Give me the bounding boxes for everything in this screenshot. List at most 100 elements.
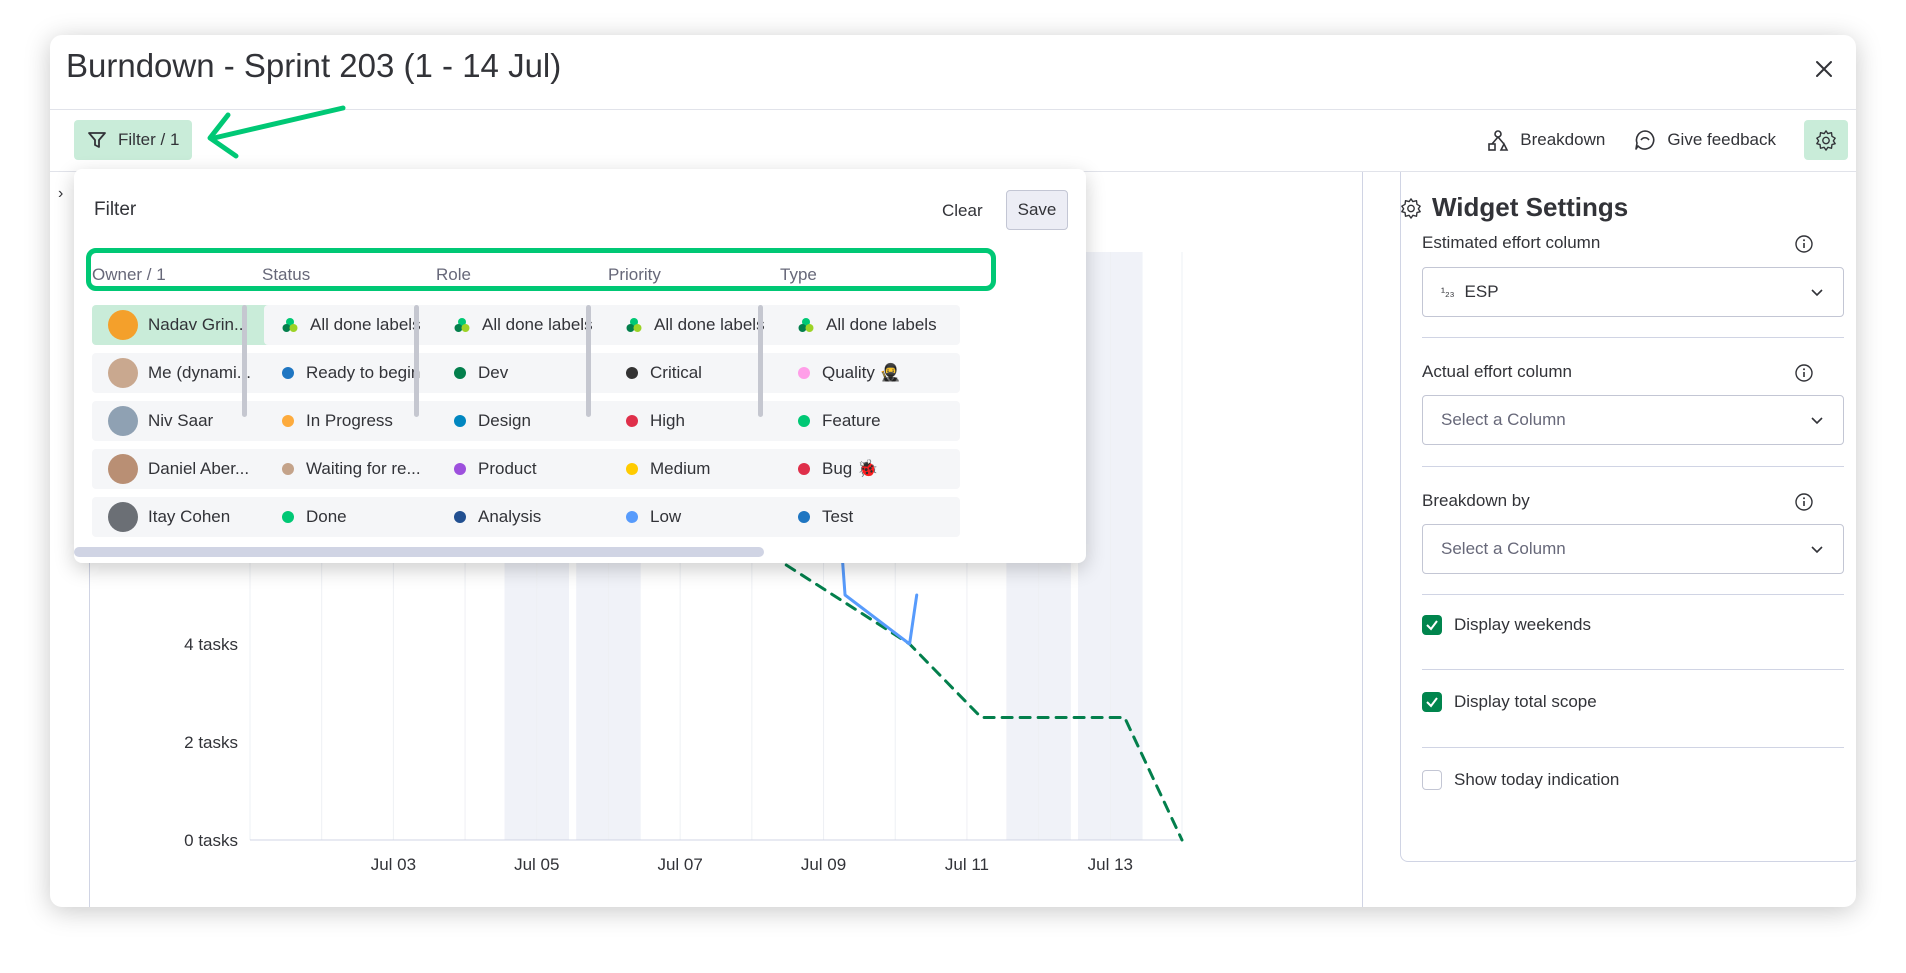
filter-option[interactable]: Itay Cohen xyxy=(92,497,272,537)
settings-separator xyxy=(1422,594,1844,595)
display-total-scope-label: Display total scope xyxy=(1454,692,1597,711)
checkbox-unchecked-icon xyxy=(1422,770,1442,790)
display-total-scope-checkbox[interactable]: Display total scope xyxy=(1422,692,1597,712)
arrow-annotation-icon xyxy=(207,105,346,159)
clear-button[interactable]: Clear xyxy=(942,201,983,221)
filter-option[interactable]: Done xyxy=(264,497,444,537)
filter-option[interactable]: Daniel Aber... xyxy=(92,449,272,489)
filter-option[interactable]: Bug 🐞 xyxy=(780,449,960,489)
filter-option-label: Low xyxy=(650,507,682,526)
filter-option[interactable]: Product xyxy=(436,449,616,489)
filter-option-label: Waiting for re... xyxy=(306,459,421,478)
breakdown-by-select[interactable]: Select a Column xyxy=(1422,524,1844,574)
filter-icon xyxy=(88,132,106,148)
gear-icon xyxy=(1401,197,1421,219)
vertical-scrollbar[interactable] xyxy=(242,305,247,417)
filter-option-label: All done labels xyxy=(310,315,421,334)
toolbar-right: Breakdown Give feedback xyxy=(1486,120,1848,160)
numbers-icon: ¹₂₃ xyxy=(1441,285,1455,299)
color-dot-icon xyxy=(454,415,466,427)
color-dot-icon xyxy=(798,463,810,475)
filter-option[interactable]: Quality 🥷 xyxy=(780,353,960,393)
actual-effort-label: Actual effort column xyxy=(1422,362,1572,381)
y-tick-label: 0 tasks xyxy=(184,831,238,850)
settings-separator xyxy=(1422,747,1844,748)
vertical-scrollbar[interactable] xyxy=(758,305,763,417)
filter-column-header: Status xyxy=(262,265,311,284)
scrollbar-thumb[interactable] xyxy=(74,547,764,557)
close-button[interactable] xyxy=(1808,53,1840,85)
show-today-checkbox[interactable]: Show today indication xyxy=(1422,770,1619,790)
filter-option[interactable]: Feature xyxy=(780,401,960,441)
filter-option-label: Done xyxy=(306,507,347,526)
vertical-scrollbar[interactable] xyxy=(586,305,591,417)
filter-popover: Filter Clear Save Owner / 1 Nadav Grin...… xyxy=(74,169,1086,563)
horizontal-scrollbar[interactable] xyxy=(74,547,1086,557)
breakdown-button[interactable]: Breakdown xyxy=(1486,128,1605,152)
x-tick-label: Jul 09 xyxy=(801,855,846,874)
color-dot-icon xyxy=(798,367,810,379)
filter-option-label: Nadav Grin... xyxy=(148,315,249,334)
filter-option-label: Niv Saar xyxy=(148,411,214,430)
filter-option[interactable]: Low xyxy=(608,497,788,537)
filter-column-header: Owner / 1 xyxy=(92,265,166,284)
avatar xyxy=(108,358,138,388)
vertical-scrollbar[interactable] xyxy=(414,305,419,417)
filter-option[interactable]: All done labels xyxy=(780,305,960,345)
filter-option[interactable]: Analysis xyxy=(436,497,616,537)
filter-option-label: Itay Cohen xyxy=(148,507,231,526)
info-icon[interactable] xyxy=(1794,492,1814,512)
x-tick-label: Jul 03 xyxy=(371,855,416,874)
filter-button[interactable]: Filter / 1 xyxy=(74,120,192,160)
actual-effort-placeholder: Select a Column xyxy=(1441,410,1566,429)
filter-column-header: Priority xyxy=(608,265,661,284)
estimated-effort-value: ESP xyxy=(1464,282,1499,301)
gear-icon xyxy=(1816,130,1836,151)
checkbox-checked-icon xyxy=(1422,692,1442,712)
color-dot-icon xyxy=(282,463,294,475)
filter-option-label: Feature xyxy=(822,411,881,430)
x-tick-label: Jul 13 xyxy=(1088,855,1133,874)
filter-title: Filter xyxy=(94,199,137,220)
avatar xyxy=(108,406,138,436)
breakdown-by-label: Breakdown by xyxy=(1422,491,1530,510)
give-feedback-button[interactable]: Give feedback xyxy=(1633,128,1776,152)
filter-option[interactable]: Medium xyxy=(608,449,788,489)
chevron-right-icon[interactable]: › xyxy=(58,185,63,203)
color-dot-icon xyxy=(626,463,638,475)
filter-option-label: High xyxy=(650,411,685,430)
filter-option-label: Ready to begin xyxy=(306,363,421,382)
filter-option-label: All done labels xyxy=(826,315,937,334)
filter-option-label: All done labels xyxy=(482,315,593,334)
chevron-down-icon xyxy=(1811,417,1823,425)
chevron-down-icon xyxy=(1811,289,1823,297)
estimated-effort-label: Estimated effort column xyxy=(1422,233,1601,252)
estimated-effort-select[interactable]: ¹₂₃ ESP xyxy=(1422,267,1844,317)
info-icon[interactable] xyxy=(1794,234,1814,254)
color-dot-icon xyxy=(626,367,638,379)
color-dot-icon xyxy=(454,511,466,523)
color-dot-icon xyxy=(454,367,466,379)
chevron-down-icon xyxy=(1811,546,1823,554)
filter-option-label: Product xyxy=(478,459,537,478)
filter-column-header: Role xyxy=(436,265,471,284)
filter-option-label: Medium xyxy=(650,459,711,478)
info-icon[interactable] xyxy=(1794,363,1814,383)
multi-color-dots-icon xyxy=(282,318,298,332)
filter-option[interactable]: Test xyxy=(780,497,960,537)
multi-color-dots-icon xyxy=(626,318,642,332)
x-tick-label: Jul 07 xyxy=(657,855,702,874)
color-dot-icon xyxy=(798,511,810,523)
filter-option-label: Daniel Aber... xyxy=(148,459,250,478)
save-button[interactable]: Save xyxy=(1006,190,1068,230)
filter-option-label: All done labels xyxy=(654,315,765,334)
color-dot-icon xyxy=(626,511,638,523)
display-weekends-checkbox[interactable]: Display weekends xyxy=(1422,615,1591,635)
filter-option[interactable]: Waiting for re... xyxy=(264,449,444,489)
filter-option-label: Analysis xyxy=(478,507,542,526)
actual-effort-select[interactable]: Select a Column xyxy=(1422,395,1844,445)
filter-option-label: In Progress xyxy=(306,411,393,430)
filter-option-label: Me (dynami... xyxy=(148,363,251,382)
widget-settings-button[interactable] xyxy=(1804,120,1848,160)
filter-option-label: Dev xyxy=(478,363,509,382)
